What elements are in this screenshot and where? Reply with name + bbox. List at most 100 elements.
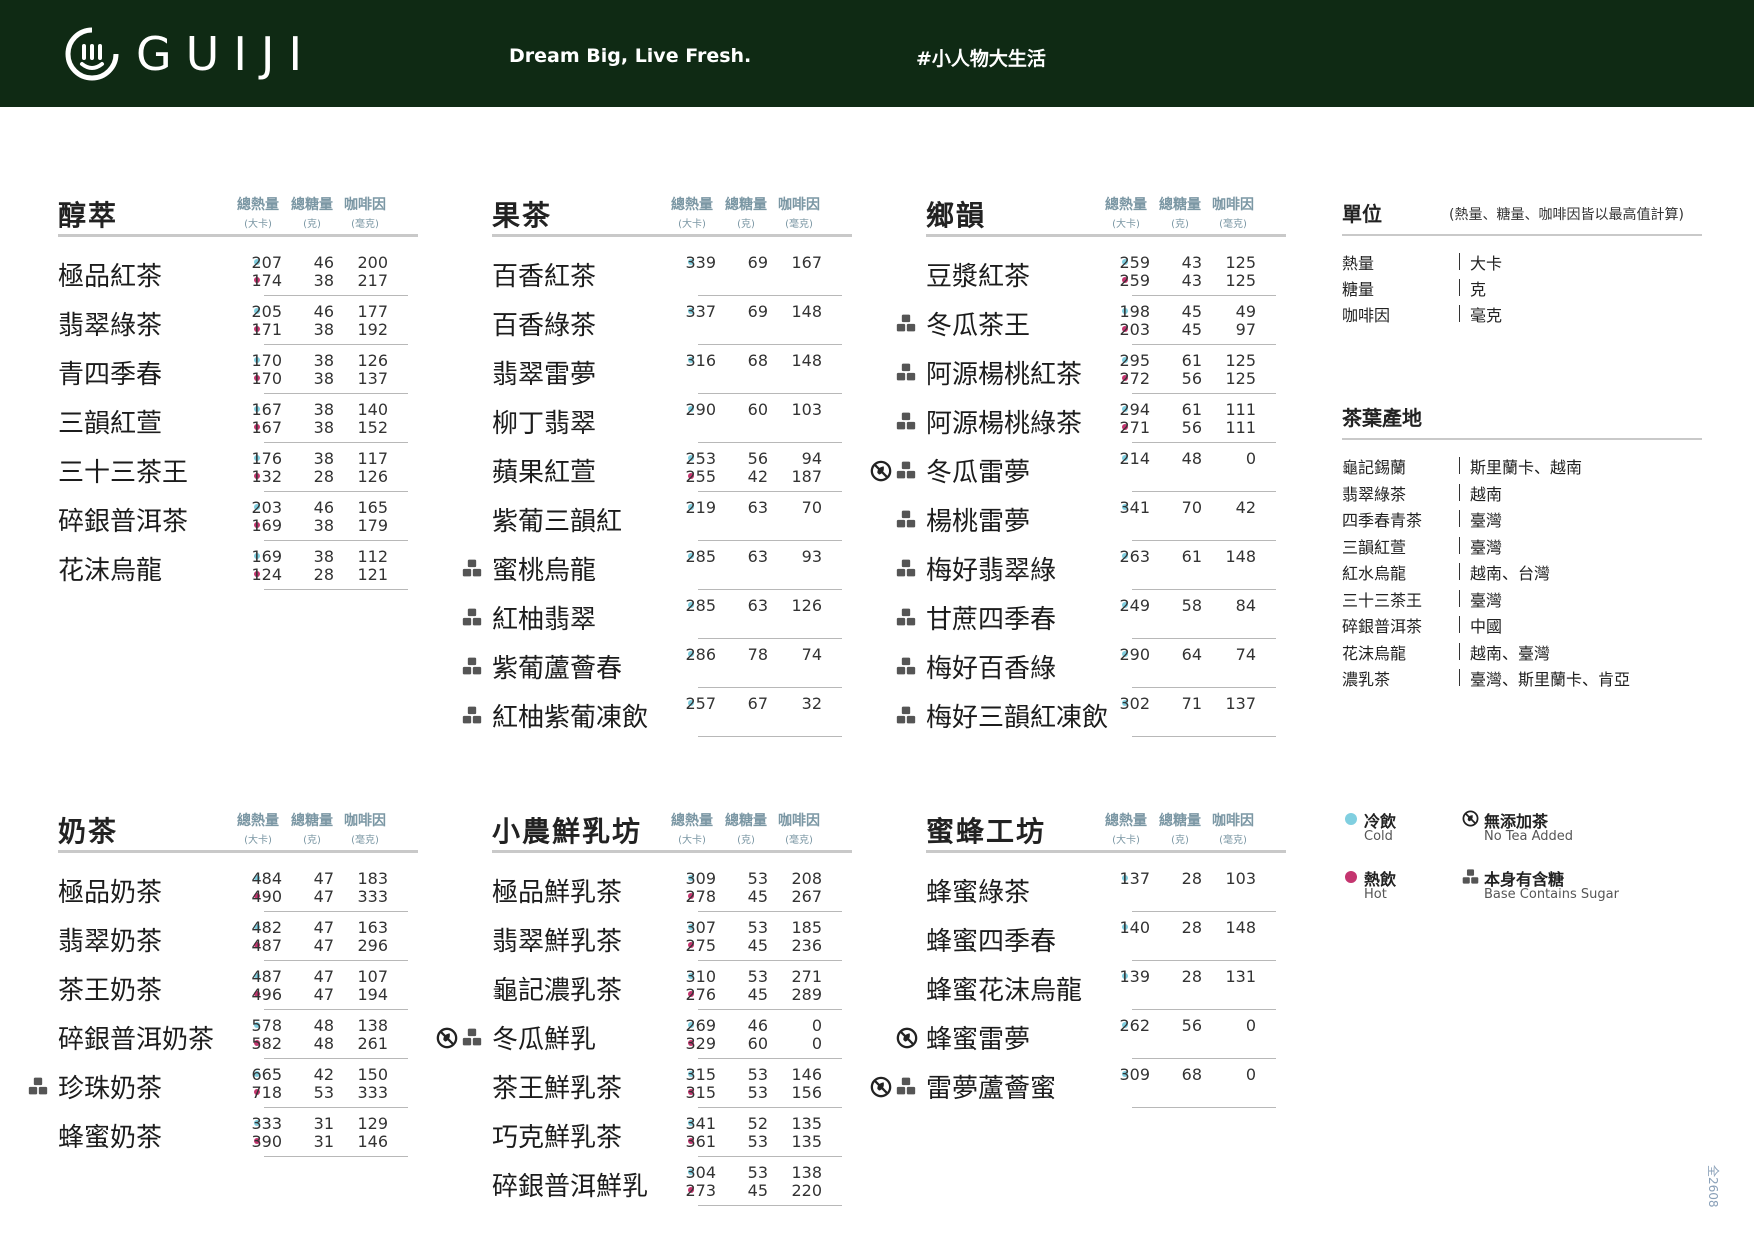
menu-item[interactable]: 碎銀普洱奶茶 578 48 138 582 48 261 xyxy=(58,1009,478,1059)
menu-item[interactable]: 蜂蜜雷夢 262 56 0 xyxy=(896,1009,1346,1059)
menu-item[interactable]: 紅柚紫葡凍飲 257 67 32 xyxy=(462,687,912,737)
info-value: 臺灣 xyxy=(1470,511,1503,530)
menu-item[interactable]: 紫葡蘆薈春 286 78 74 xyxy=(462,638,912,688)
sugar-cubes-icon xyxy=(1462,869,1479,884)
menu-item[interactable]: 紫葡三韻紅 219 63 70 xyxy=(492,491,912,541)
separator xyxy=(1459,536,1460,554)
cold-value: 137 xyxy=(1225,694,1256,713)
menu-item[interactable]: 極品紅茶 207 46 200 174 38 217 xyxy=(58,246,478,296)
menu-item[interactable]: 阿源楊桃綠茶 294 61 111 271 56 111 xyxy=(896,393,1346,443)
menu-item[interactable]: 百香紅茶 339 69 167 xyxy=(492,246,912,296)
menu-item[interactable]: 巧克鮮乳茶 341 52 135 361 53 135 xyxy=(492,1107,912,1157)
menu-item[interactable]: 豆漿紅茶 259 43 125 259 43 125 xyxy=(926,246,1346,296)
menu-item[interactable]: 冬瓜鮮乳 269 46 0 329 60 0 xyxy=(436,1009,912,1059)
menu-item[interactable]: 茶王鮮乳茶 315 53 146 315 53 156 xyxy=(492,1058,912,1108)
menu-code: 全2608 xyxy=(1706,1165,1720,1208)
menu-item[interactable]: 蜜桃烏龍 285 63 93 xyxy=(462,540,912,590)
menu-item[interactable]: 蘋果紅萱 253 56 94 255 42 187 xyxy=(492,442,912,492)
hot-value: 171 xyxy=(251,320,282,339)
info-row: 花沫烏龍 越南、臺灣 xyxy=(1342,640,1702,666)
menu-item[interactable]: 花沫烏龍 169 38 112 124 28 121 xyxy=(58,540,478,590)
menu-item[interactable]: 三韻紅萱 167 38 140 167 38 152 xyxy=(58,393,478,443)
origins-title: 茶葉產地 xyxy=(1342,406,1422,430)
hot-value: 203 xyxy=(1119,320,1150,339)
units-title: 單位 xyxy=(1342,202,1382,226)
cold-value: 304 xyxy=(685,1163,716,1182)
separator xyxy=(1459,642,1460,660)
cold-value: 63 xyxy=(747,547,768,566)
menu-item[interactable]: 雷夢蘆薈蜜 309 68 0 xyxy=(870,1058,1346,1108)
item-name: 翡翠綠茶 xyxy=(58,311,163,341)
hot-value: 167 xyxy=(251,418,282,437)
info-key: 熱量 xyxy=(1342,254,1375,273)
menu-item[interactable]: 龜記濃乳茶 310 53 271 276 45 289 xyxy=(492,960,912,1010)
menu-item[interactable]: 翡翠奶茶 482 47 163 487 47 296 xyxy=(58,911,478,961)
menu-item[interactable]: 甘蔗四季春 249 58 84 xyxy=(896,589,1346,639)
cold-value: 148 xyxy=(1225,918,1256,937)
menu-item[interactable]: 冬瓜茶王 198 45 49 203 45 97 xyxy=(896,295,1346,345)
menu-item[interactable]: 蜂蜜四季春 140 28 148 xyxy=(926,911,1346,961)
sugar-cubes-icon xyxy=(462,656,482,680)
menu-item[interactable]: 柳丁翡翠 290 60 103 xyxy=(492,393,912,443)
menu-item[interactable]: 碎銀普洱鮮乳 304 53 138 273 45 220 xyxy=(492,1156,912,1206)
item-name: 阿源楊桃綠茶 xyxy=(926,409,1083,439)
item-name: 梅好翡翠綠 xyxy=(926,556,1057,586)
cold-value: 341 xyxy=(1119,498,1150,517)
menu-item[interactable]: 茶王奶茶 487 47 107 496 47 194 xyxy=(58,960,478,1010)
hot-value: 273 xyxy=(685,1181,716,1200)
brand-logo[interactable]: GUIJI xyxy=(64,26,316,82)
cold-value: 167 xyxy=(791,253,822,272)
menu-item[interactable]: 冬瓜雷夢 214 48 0 xyxy=(870,442,1346,492)
cold-value: 53 xyxy=(747,967,768,986)
info-value: 越南 xyxy=(1470,484,1503,504)
info-row: 龜記錫蘭 斯里蘭卡、越南 xyxy=(1342,454,1702,480)
cold-value: 117 xyxy=(357,449,388,468)
menu-item[interactable]: 青四季春 170 38 126 170 38 137 xyxy=(58,344,478,394)
item-icons xyxy=(896,509,916,533)
menu-item[interactable]: 梅好百香綠 290 64 74 xyxy=(896,638,1346,688)
cold-value: 0 xyxy=(1245,1016,1256,1035)
menu-item[interactable]: 碎銀普洱茶 203 46 165 169 38 179 xyxy=(58,491,478,541)
menu-item[interactable]: 紅柚翡翠 285 63 126 xyxy=(462,589,912,639)
menu-item[interactable]: 三十三茶王 176 38 117 132 28 126 xyxy=(58,442,478,492)
menu-item[interactable]: 翡翠鮮乳茶 307 53 185 275 45 236 xyxy=(492,911,912,961)
cold-value: 71 xyxy=(1181,694,1202,713)
cold-value: 163 xyxy=(357,918,388,937)
menu-item[interactable]: 梅好三韻紅凍飲 302 71 137 xyxy=(896,687,1346,737)
cold-value: 185 xyxy=(791,918,822,937)
no-tea-icon xyxy=(870,460,892,484)
menu-item[interactable]: 蜂蜜花沫烏龍 139 28 131 xyxy=(926,960,1346,1010)
item-icons xyxy=(896,362,916,386)
menu-section: 鄉韻 總熱量 (大卡) 總糖量 (克) 咖啡因 (毫克) 豆漿紅茶 259 43 125 259 43 1… xyxy=(870,194,1346,737)
item-name: 楊桃雷夢 xyxy=(926,507,1031,537)
cold-value: 38 xyxy=(313,547,334,566)
menu-item[interactable]: 梅好翡翠綠 263 61 148 xyxy=(896,540,1346,590)
item-name: 巧克鮮乳茶 xyxy=(492,1123,623,1153)
cold-value: 150 xyxy=(357,1065,388,1084)
cold-value: 126 xyxy=(791,596,822,615)
menu-item[interactable]: 翡翠雷夢 316 68 148 xyxy=(492,344,912,394)
menu-item[interactable]: 蜂蜜綠茶 137 28 103 xyxy=(926,862,1346,912)
menu-item[interactable]: 楊桃雷夢 341 70 42 xyxy=(896,491,1346,541)
info-row: 糖量 克 xyxy=(1342,276,1702,302)
menu-item[interactable]: 蜂蜜奶茶 333 31 129 390 31 146 xyxy=(58,1107,478,1157)
section-divider xyxy=(58,850,418,853)
menu-item[interactable]: 翡翠綠茶 205 46 177 171 38 192 xyxy=(58,295,478,345)
cold-value: 214 xyxy=(1119,449,1150,468)
cold-value: 32 xyxy=(801,694,822,713)
cold-value: 269 xyxy=(685,1016,716,1035)
info-row: 翡翠綠茶 越南 xyxy=(1342,481,1702,507)
item-icons xyxy=(436,1027,482,1051)
cold-value: 294 xyxy=(1119,400,1150,419)
menu-item[interactable]: 極品鮮乳茶 309 53 208 278 45 267 xyxy=(492,862,912,912)
row-divider xyxy=(264,589,408,590)
separator xyxy=(1459,589,1460,607)
menu-item[interactable]: 極品奶茶 484 47 183 490 47 333 xyxy=(58,862,478,912)
menu-item[interactable]: 百香綠茶 337 69 148 xyxy=(492,295,912,345)
cold-value: 138 xyxy=(357,1016,388,1035)
column-header: 咖啡因 xyxy=(344,813,386,829)
menu-item[interactable]: 珍珠奶茶 665 42 150 718 53 333 xyxy=(28,1058,478,1108)
menu-item[interactable]: 阿源楊桃紅茶 295 61 125 272 56 125 xyxy=(896,344,1346,394)
hot-value: 97 xyxy=(1235,320,1256,339)
hot-value: 333 xyxy=(357,887,388,906)
